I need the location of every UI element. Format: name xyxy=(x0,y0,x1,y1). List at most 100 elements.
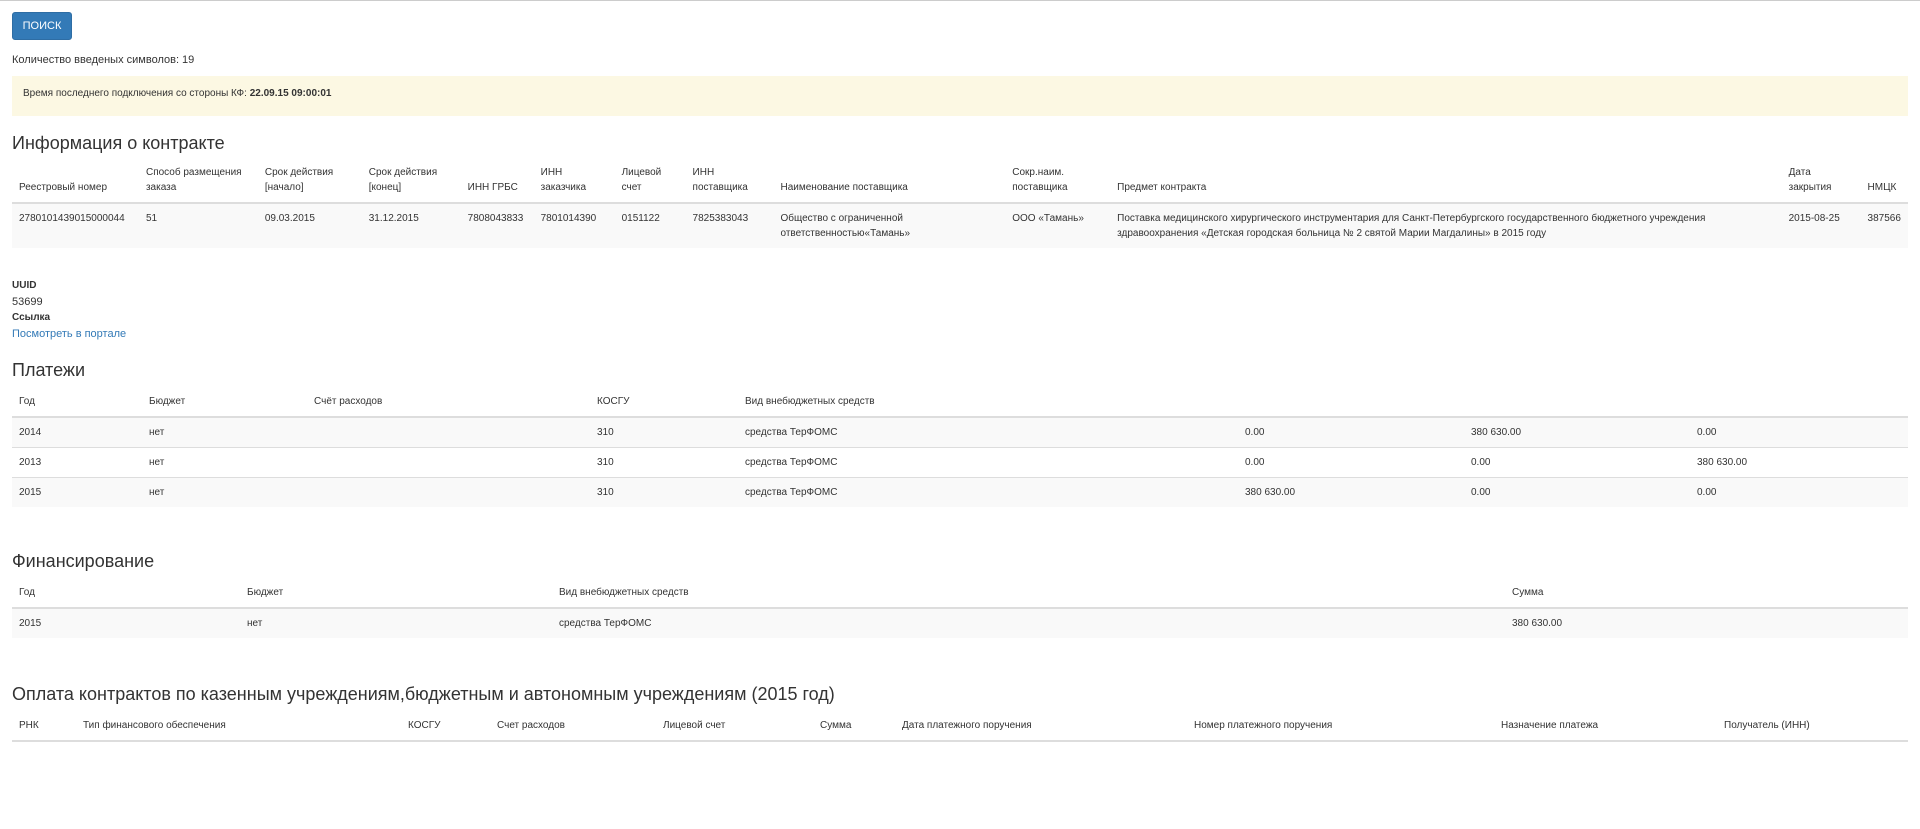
col-budget: Бюджет xyxy=(142,394,307,418)
col-amount-1 xyxy=(1238,394,1464,418)
top-border xyxy=(0,0,1920,1)
col-sum: Сумма xyxy=(1505,585,1908,609)
cell-kosgu: 310 xyxy=(590,447,738,478)
cell-expense-account xyxy=(307,477,590,507)
payments-header-row: Год Бюджет Счёт расходов КОСГУ Вид внебю… xyxy=(12,394,1908,418)
cell-amount-3: 380 630.00 xyxy=(1690,447,1908,478)
alert-prefix: Время последнего подключения со стороны … xyxy=(23,88,250,99)
portal-link[interactable]: Посмотреть в портале xyxy=(12,328,126,340)
col-amount-3 xyxy=(1690,394,1908,418)
cell-year: 2014 xyxy=(12,417,142,448)
cell-offbudget-type: средства ТерФОМС xyxy=(738,477,1238,507)
col-rnk: РНК xyxy=(12,718,76,742)
col-finance-type: Тип финансового обеспечения xyxy=(76,718,401,742)
cell-amount-3: 0.00 xyxy=(1690,417,1908,448)
col-inn-grbs: ИНН ГРБС xyxy=(460,165,534,204)
cell-registry-number: 2780101439015000044 xyxy=(12,203,139,248)
col-supplier-name: Наименование поставщика xyxy=(773,165,1006,204)
cell-budget: нет xyxy=(142,417,307,448)
financing-table: Год Бюджет Вид внебюджетных средств Сумм… xyxy=(12,585,1908,638)
cell-inn-supplier: 7825383043 xyxy=(685,203,774,248)
col-start-date: Срок действия [начало] xyxy=(257,165,362,204)
cell-sum: 380 630.00 xyxy=(1505,608,1908,638)
cell-expense-account xyxy=(307,447,590,478)
cell-start-date: 09.03.2015 xyxy=(257,203,362,248)
col-supplier-short: Сокр.наим. поставщика xyxy=(1005,165,1111,204)
col-placement-method: Способ размещения заказа xyxy=(138,165,258,204)
cell-amount-2: 380 630.00 xyxy=(1464,417,1690,448)
cell-nmck: 387566 xyxy=(1860,203,1908,248)
cell-end-date: 31.12.2015 xyxy=(361,203,461,248)
col-subject: Предмет контракта xyxy=(1110,165,1782,204)
col-payment-order-number: Номер платежного поручения xyxy=(1187,718,1494,742)
cell-kosgu: 310 xyxy=(590,477,738,507)
cell-expense-account xyxy=(307,417,590,448)
symbol-count: Количество введеных символов: 19 xyxy=(12,54,195,66)
cell-offbudget-type: средства ТерФОМС xyxy=(738,417,1238,448)
col-recipient-inn: Получатель (ИНН) xyxy=(1717,718,1908,742)
col-expense-account: Счет расходов xyxy=(490,718,656,742)
cell-supplier-short: ООО «Тамань» xyxy=(1005,203,1111,248)
cell-budget: нет xyxy=(142,447,307,478)
contract-header-row: Реестровый номер Способ размещения заказ… xyxy=(12,165,1908,204)
col-payment-order-date: Дата платежного поручения xyxy=(895,718,1187,742)
cell-offbudget-type: средства ТерФОМС xyxy=(738,447,1238,478)
cell-amount-3: 0.00 xyxy=(1690,477,1908,507)
cell-account: 0151122 xyxy=(614,203,686,248)
financing-header-row: Год Бюджет Вид внебюджетных средств Сумм… xyxy=(12,585,1908,609)
col-kosgu: КОСГУ xyxy=(401,718,490,742)
cell-kosgu: 310 xyxy=(590,417,738,448)
cell-inn-customer: 7801014390 xyxy=(533,203,615,248)
col-kosgu: КОСГУ xyxy=(590,394,738,418)
table-row: 2013 нет 310 средства ТерФОМС 0.00 0.00 … xyxy=(12,447,1908,478)
col-registry-number: Реестровый номер xyxy=(12,165,139,204)
cell-supplier-name: Общество с ограниченной ответственностью… xyxy=(773,203,1006,248)
col-budget: Бюджет xyxy=(240,585,552,609)
payments2015-section-title: Оплата контрактов по казенным учреждения… xyxy=(12,684,835,704)
search-button[interactable]: ПОИСК xyxy=(12,12,72,40)
last-connection-alert: Время последнего подключения со стороны … xyxy=(12,76,1908,116)
col-expense-account: Счёт расходов xyxy=(307,394,590,418)
cell-budget: нет xyxy=(240,608,552,638)
payments2015-table: РНК Тип финансового обеспечения КОСГУ Сч… xyxy=(12,718,1908,742)
cell-placement-method: 51 xyxy=(138,203,258,248)
uuid-value: 53699 xyxy=(12,296,43,308)
cell-year: 2013 xyxy=(12,447,142,478)
payments-table: Год Бюджет Счёт расходов КОСГУ Вид внебю… xyxy=(12,394,1908,507)
cell-amount-1: 380 630.00 xyxy=(1238,477,1464,507)
cell-amount-1: 0.00 xyxy=(1238,417,1464,448)
financing-section-title: Финансирование xyxy=(12,551,155,571)
col-inn-supplier: ИНН поставщика xyxy=(685,165,774,204)
cell-year: 2015 xyxy=(12,608,240,638)
col-payment-purpose: Назначение платежа xyxy=(1494,718,1717,742)
cell-close-date: 2015-08-25 xyxy=(1781,203,1861,248)
link-label: Ссылка xyxy=(12,312,51,323)
col-account: Лицевой счет xyxy=(614,165,686,204)
payments-section-title: Платежи xyxy=(12,360,86,380)
cell-year: 2015 xyxy=(12,477,142,507)
col-inn-customer: ИНН заказчика xyxy=(533,165,615,204)
table-row: 2015 нет 310 средства ТерФОМС 380 630.00… xyxy=(12,477,1908,507)
cell-budget: нет xyxy=(142,477,307,507)
col-year: Год xyxy=(12,394,142,418)
cell-subject: Поставка медицинского хирургического инс… xyxy=(1110,203,1782,248)
col-offbudget-type: Вид внебюджетных средств xyxy=(552,585,1505,609)
contract-table: Реестровый номер Способ размещения заказ… xyxy=(12,165,1908,248)
contract-section-title: Информация о контракте xyxy=(12,133,225,153)
col-close-date: Дата закрытия xyxy=(1781,165,1861,204)
col-amount-2 xyxy=(1464,394,1690,418)
col-nmck: НМЦК xyxy=(1860,165,1908,204)
table-row: 2780101439015000044 51 09.03.2015 31.12.… xyxy=(12,203,1908,248)
col-year: Год xyxy=(12,585,240,609)
table-row: 2015 нет средства ТерФОМС 380 630.00 xyxy=(12,608,1908,638)
table-row: 2014 нет 310 средства ТерФОМС 0.00 380 6… xyxy=(12,417,1908,448)
cell-offbudget-type: средства ТерФОМС xyxy=(552,608,1505,638)
col-end-date: Срок действия [конец] xyxy=(361,165,461,204)
cell-amount-1: 0.00 xyxy=(1238,447,1464,478)
col-sum: Сумма xyxy=(813,718,895,742)
cell-amount-2: 0.00 xyxy=(1464,447,1690,478)
uuid-label: UUID xyxy=(12,280,37,291)
payments2015-header-row: РНК Тип финансового обеспечения КОСГУ Сч… xyxy=(12,718,1908,742)
cell-amount-2: 0.00 xyxy=(1464,477,1690,507)
col-personal-account: Лицевой счет xyxy=(656,718,813,742)
